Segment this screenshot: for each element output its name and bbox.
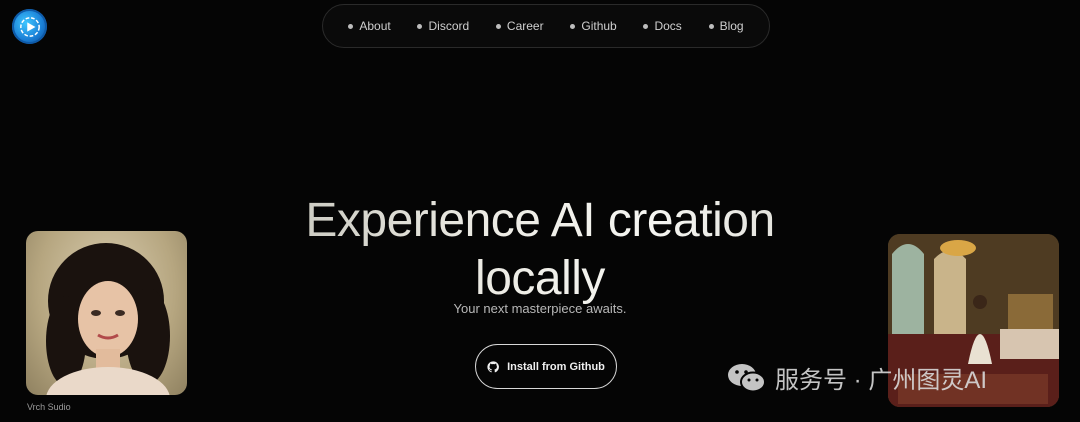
- bullet-icon: [643, 23, 649, 29]
- top-nav: About Discord Career Github Docs Blog: [322, 4, 770, 48]
- nav-item-label: Docs: [654, 19, 682, 33]
- image-caption: Vrch Sudio: [27, 402, 71, 412]
- wechat-icon: [728, 363, 766, 392]
- nav-career[interactable]: Career: [495, 19, 544, 33]
- nav-docs[interactable]: Docs: [643, 19, 682, 33]
- portrait-image: [46, 243, 170, 395]
- bullet-icon: [348, 23, 354, 29]
- nav-about[interactable]: About: [348, 19, 391, 33]
- wechat-watermark: 服务号 · 广州图灵AI: [727, 360, 987, 395]
- nav-item-label: Career: [506, 19, 544, 33]
- nav-discord[interactable]: Discord: [417, 19, 469, 33]
- watermark-text: 服务号 · 广州图灵AI: [775, 367, 988, 394]
- install-github-label: Install from Github: [507, 360, 605, 373]
- bullet-icon: [570, 23, 576, 29]
- nav-item-label: Discord: [428, 19, 470, 33]
- portrait-image-card: [26, 231, 187, 395]
- app-logo[interactable]: [12, 9, 47, 44]
- nav-item-label: Blog: [719, 19, 744, 33]
- nav-item-label: Github: [581, 19, 617, 33]
- install-github-button[interactable]: Install from Github: [475, 344, 617, 389]
- bullet-icon: [417, 23, 423, 29]
- nav-item-label: About: [359, 19, 391, 33]
- github-icon: [487, 360, 500, 372]
- play-logo-icon: [19, 16, 40, 37]
- bullet-icon: [495, 23, 501, 29]
- bullet-icon: [708, 23, 714, 29]
- nav-github[interactable]: Github: [570, 19, 617, 33]
- nav-blog[interactable]: Blog: [708, 19, 744, 33]
